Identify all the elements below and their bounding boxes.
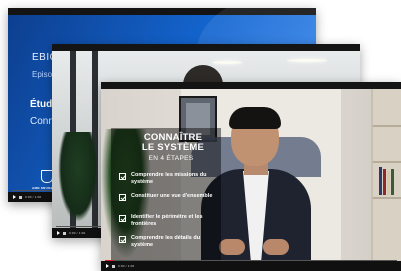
video-controls: 0:00 / 1:00 — [101, 261, 401, 271]
step-item: Comprendre les détails du système — [119, 235, 219, 255]
video-card-3[interactable]: CONNAÎTRE LE SYSTÈME EN 4 ÉTAPES Compren… — [101, 82, 401, 271]
person-hand — [263, 239, 289, 255]
overlay-subtitle: EN 4 ÉTAPES — [148, 155, 194, 162]
play-icon[interactable] — [13, 195, 16, 199]
plant — [58, 132, 98, 222]
step-text: Identifier le périmètre et les frontière… — [131, 214, 203, 227]
volume-icon[interactable] — [112, 264, 115, 268]
video-top-bar — [52, 44, 360, 51]
step-item: Constituer une vue d'ensemble — [119, 193, 219, 213]
bookshelf — [371, 89, 401, 261]
step-text: Comprendre les détails du système — [131, 235, 201, 248]
time-display: 0:00 / 1:00 — [25, 195, 42, 199]
person-hand — [219, 239, 245, 255]
slide-heading: Étud — [30, 99, 53, 110]
volume-icon[interactable] — [19, 195, 22, 199]
step-item: Identifier le périmètre et les frontière… — [119, 214, 219, 234]
overlay-title-line-2: LE SYSTÈME — [141, 142, 205, 153]
volume-icon[interactable] — [63, 231, 66, 235]
person-hair — [229, 107, 281, 129]
video-screen[interactable]: CONNAÎTRE LE SYSTÈME EN 4 ÉTAPES Compren… — [101, 89, 401, 261]
play-icon[interactable] — [106, 264, 109, 268]
ceiling-light — [212, 61, 242, 64]
ceiling-light — [287, 59, 327, 62]
checkbox-icon — [119, 236, 126, 243]
step-text: Constituer une vue d'ensemble — [131, 193, 213, 199]
step-item: Comprendre les missions du système — [119, 172, 219, 192]
checkbox-icon — [119, 194, 126, 201]
checkbox-icon — [119, 215, 126, 222]
slide-heading-2: Conn — [30, 116, 54, 127]
steps-overlay: CONNAÎTRE LE SYSTÈME EN 4 ÉTAPES Compren… — [111, 128, 221, 261]
time-display: 0:00 / 1:00 — [69, 231, 86, 235]
checkbox-icon — [119, 173, 126, 180]
step-text: Comprendre les missions du système — [131, 172, 207, 185]
play-icon[interactable] — [57, 231, 60, 235]
time-display: 0:00 / 1:00 — [118, 264, 135, 268]
video-top-bar — [101, 82, 401, 89]
overlay-title: CONNAÎTRE LE SYSTÈME — [128, 133, 218, 153]
